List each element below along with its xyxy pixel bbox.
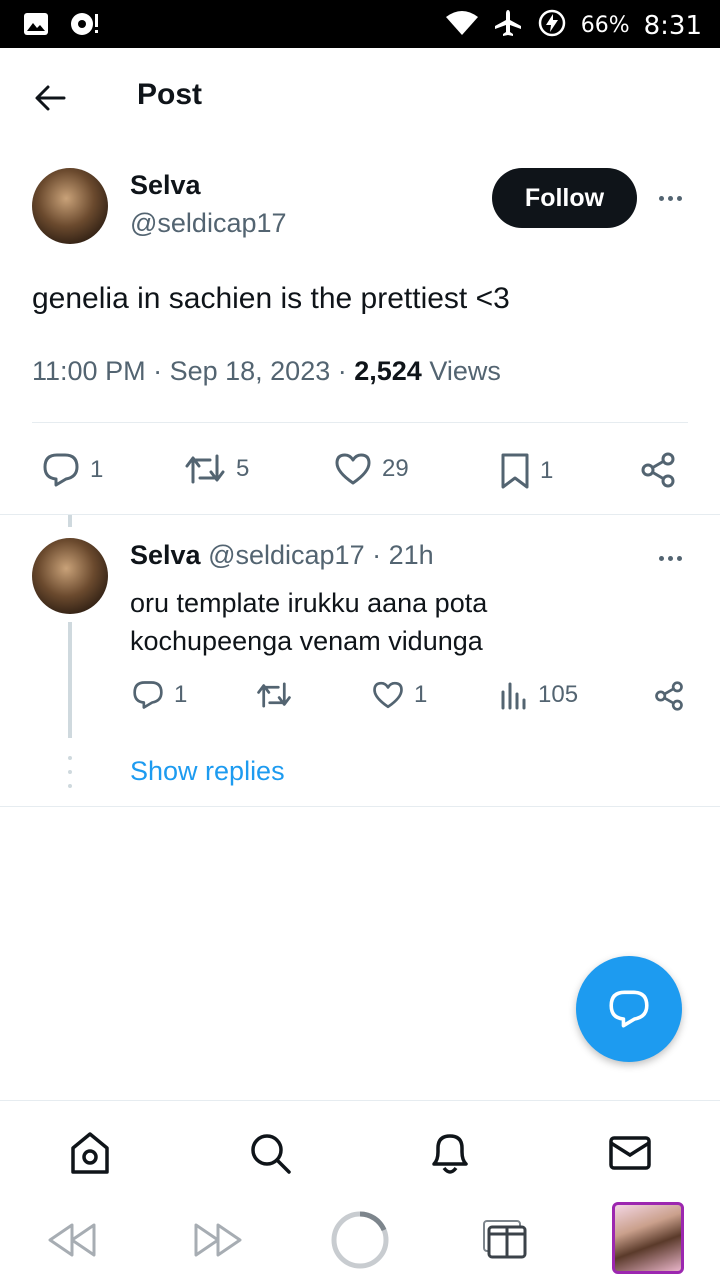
- fast-forward-button[interactable]: [190, 1218, 246, 1262]
- wifi-icon: [445, 9, 479, 42]
- bookmark-count: 1: [540, 457, 554, 484]
- clock: 8:31: [643, 10, 702, 41]
- reply-text: oru template irukku aana pota kochupeeng…: [130, 588, 488, 656]
- author-avatar[interactable]: [32, 168, 108, 244]
- nav-messages[interactable]: [606, 1129, 654, 1177]
- tweet-date: Sep 18, 2023: [169, 356, 331, 386]
- gallery-notification-icon: [22, 10, 50, 43]
- share-button[interactable]: [640, 452, 676, 488]
- reply-reply-count: 1: [174, 681, 188, 708]
- reply-count: 1: [90, 456, 104, 483]
- more-options-icon[interactable]: [652, 186, 688, 210]
- like-count: 29: [382, 455, 409, 482]
- reply-icon: [133, 681, 163, 709]
- nav-notifications[interactable]: [426, 1129, 474, 1177]
- reply-views-button[interactable]: 105: [500, 680, 578, 710]
- bookmark-button[interactable]: 1: [500, 452, 553, 490]
- retweet-icon: [257, 682, 291, 708]
- mail-icon: [609, 1136, 651, 1170]
- reply-more-options-icon[interactable]: [652, 546, 688, 570]
- thread-line: [68, 515, 72, 527]
- reply-views-count: 105: [538, 681, 579, 708]
- bookmark-icon: [501, 453, 529, 489]
- reply-icon: [43, 453, 79, 487]
- reply-author-name[interactable]: Selva: [130, 540, 201, 570]
- fast-forward-icon: [194, 1223, 242, 1257]
- heart-icon: [373, 681, 403, 709]
- reply-actions: 1 1 105: [0, 676, 720, 720]
- bottom-navigation: [0, 1100, 720, 1200]
- retweet-button[interactable]: 5: [184, 452, 249, 486]
- follow-button[interactable]: Follow: [492, 168, 637, 228]
- analytics-icon: [501, 682, 526, 710]
- page-title: Post: [137, 78, 203, 111]
- heart-icon: [335, 453, 371, 485]
- recent-app-thumbnail[interactable]: [612, 1202, 684, 1274]
- retweet-icon: [185, 454, 225, 484]
- recent-apps-button[interactable]: [478, 1214, 530, 1264]
- reply-like-count: 1: [414, 681, 428, 708]
- author-handle[interactable]: @seldicap17: [130, 208, 287, 239]
- author-name[interactable]: Selva: [130, 170, 201, 201]
- nav-search[interactable]: [246, 1129, 294, 1177]
- battery-saver-icon: [537, 8, 567, 43]
- reply-like-button[interactable]: 1: [372, 680, 427, 710]
- rewind-icon: [48, 1223, 96, 1257]
- home-circle-icon: [331, 1211, 389, 1269]
- recent-apps-icon: [483, 1220, 527, 1259]
- back-button[interactable]: [30, 78, 70, 118]
- airplane-icon: [493, 8, 523, 43]
- compose-reply-button[interactable]: [576, 956, 682, 1062]
- reply-header: Selva @seldicap17 · 21h: [130, 540, 434, 570]
- tweet-time: 11:00 PM: [32, 356, 146, 386]
- thread-dots: [68, 756, 72, 788]
- bell-icon: [432, 1134, 468, 1174]
- tweet-meta: 11:00 PM · Sep 18, 2023 · 2,524 Views: [32, 356, 501, 386]
- reply-author-avatar[interactable]: [32, 538, 108, 614]
- share-icon: [655, 681, 683, 711]
- status-bar: 66% 8:31: [0, 0, 720, 48]
- home-button[interactable]: [328, 1208, 392, 1272]
- views-label[interactable]: Views: [429, 356, 501, 386]
- nav-home[interactable]: [66, 1129, 114, 1177]
- views-count: 2,524: [354, 356, 422, 386]
- top-app-bar: Post: [0, 48, 720, 148]
- tweet-actions: 1 5 29 1: [0, 444, 720, 496]
- divider: [32, 422, 688, 423]
- tweet-text: genelia in sachien is the prettiest <3: [32, 282, 510, 315]
- reply-icon: [609, 990, 649, 1028]
- reply-author-handle[interactable]: @seldicap17: [208, 540, 365, 570]
- home-icon: [71, 1132, 109, 1174]
- reply-button[interactable]: 1: [42, 452, 103, 488]
- divider: [0, 806, 720, 807]
- battery-percentage: 66%: [580, 13, 630, 38]
- reply-reply-button[interactable]: 1: [132, 680, 187, 710]
- share-icon: [641, 452, 675, 488]
- rewind-button[interactable]: [44, 1218, 100, 1262]
- divider: [0, 514, 720, 515]
- like-button[interactable]: 29: [334, 452, 409, 486]
- retweet-count: 5: [236, 455, 250, 482]
- reply-share-button[interactable]: [654, 680, 684, 712]
- show-replies-link[interactable]: Show replies: [130, 756, 285, 787]
- reply-retweet-button[interactable]: [256, 680, 292, 710]
- arrow-left-icon: [35, 85, 66, 111]
- media-notification-icon: [68, 10, 102, 43]
- reply-age: 21h: [388, 540, 434, 570]
- search-icon: [251, 1134, 291, 1174]
